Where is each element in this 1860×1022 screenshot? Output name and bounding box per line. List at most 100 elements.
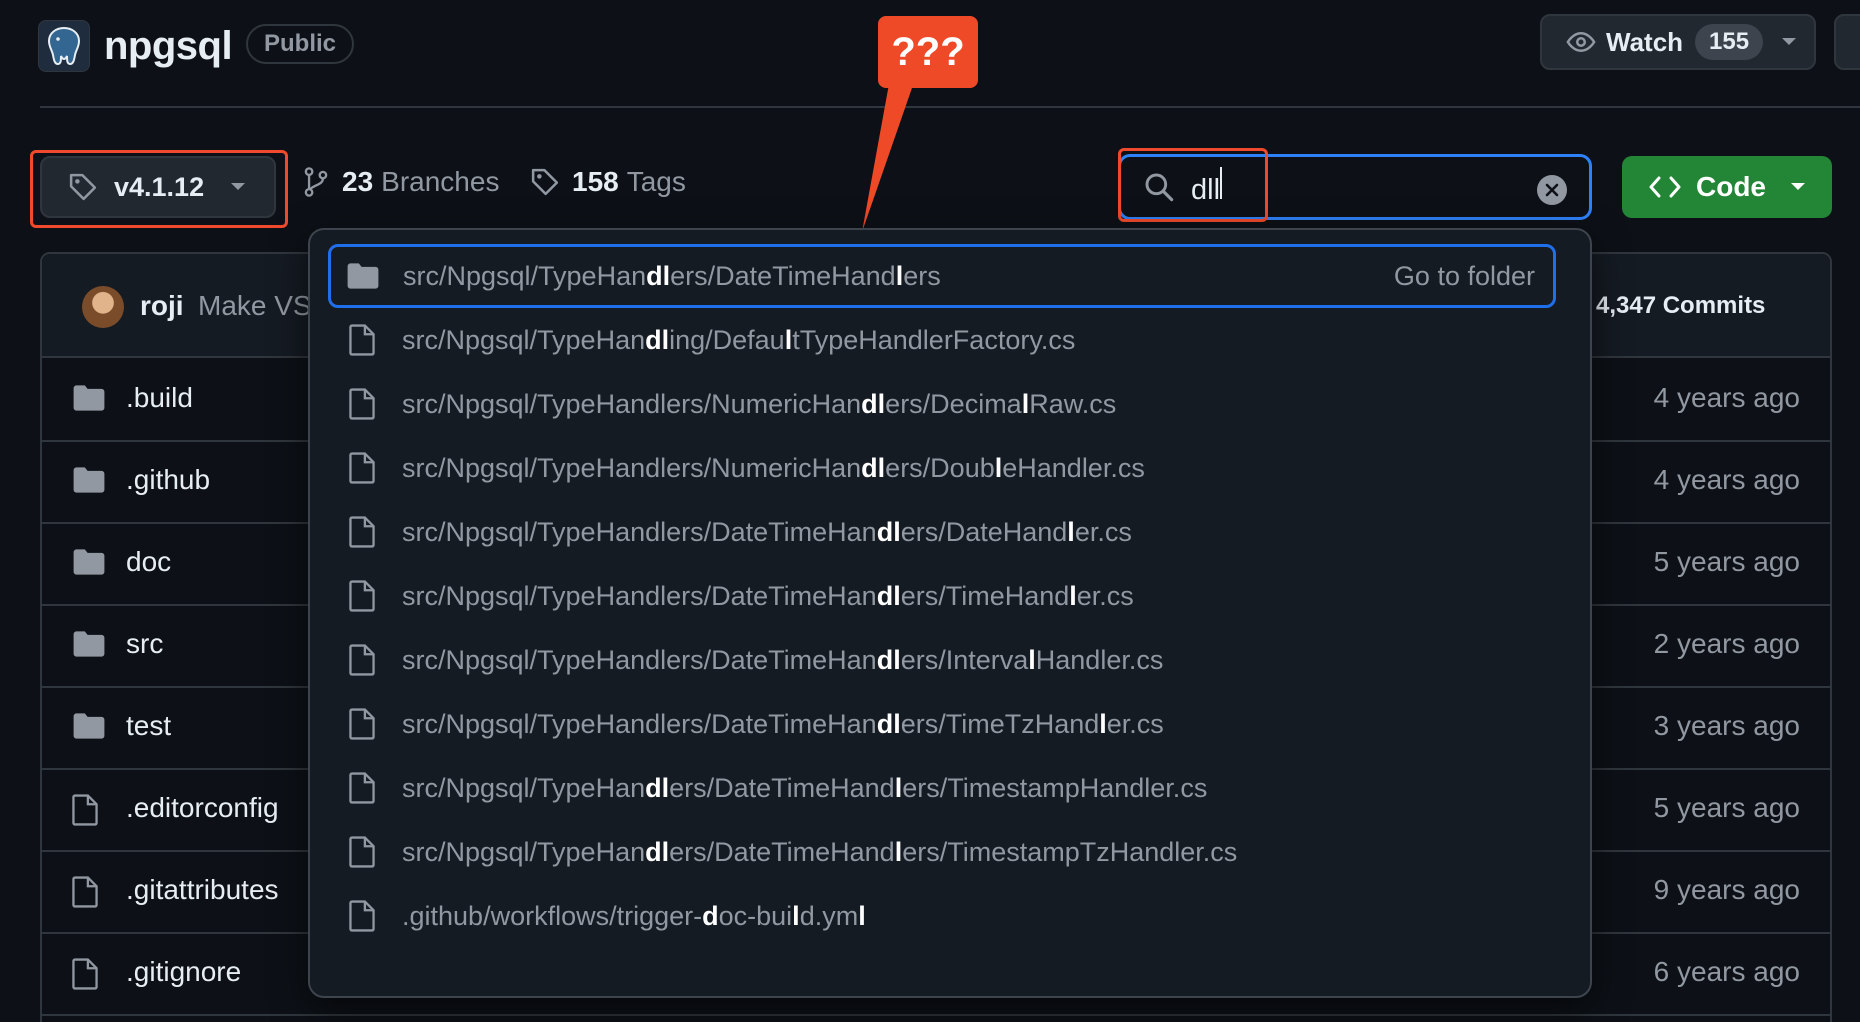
go-to-folder-hint: Go to folder <box>1393 261 1535 291</box>
file-icon <box>349 644 375 676</box>
visibility-badge: Public <box>246 24 355 64</box>
folder-icon <box>73 713 105 739</box>
file-icon <box>344 708 380 740</box>
search-result-path: src/Npgsql/TypeHandlers/DateTimeHandlers… <box>402 580 1134 611</box>
file-icon <box>349 452 375 484</box>
commit-author[interactable]: roji <box>140 290 184 322</box>
search-result-item[interactable]: src/Npgsql/TypeHandling/DefaultTypeHandl… <box>330 308 1556 372</box>
search-result-item[interactable]: src/Npgsql/TypeHandlers/NumericHandlers/… <box>330 372 1556 436</box>
file-name-link[interactable]: .gitignore <box>126 956 241 988</box>
repo-logo <box>38 20 90 72</box>
file-icon <box>344 388 380 420</box>
search-result-path: .github/workflows/trigger-doc-build.yml <box>402 900 866 931</box>
clear-search-button[interactable] <box>1537 175 1567 205</box>
file-icon <box>72 794 98 826</box>
file-icon <box>344 900 380 932</box>
tag-icon <box>531 168 559 196</box>
search-result-item[interactable]: src/Npgsql/TypeHandlers/DateTimeHandlers… <box>330 820 1556 884</box>
last-modified-time: 6 years ago <box>1653 956 1800 987</box>
search-result-path: src/Npgsql/TypeHandling/DefaultTypeHandl… <box>402 324 1076 355</box>
eye-icon <box>1566 31 1596 53</box>
search-result-item[interactable]: src/Npgsql/TypeHandlers/DateTimeHandlers… <box>330 628 1556 692</box>
search-result-path: src/Npgsql/TypeHandlers/DateTimeHandlers <box>403 260 941 291</box>
header-divider <box>40 106 1860 108</box>
annotation-box-tag <box>30 150 288 228</box>
repo-name[interactable]: npgsql <box>104 20 233 72</box>
file-icon <box>72 794 98 826</box>
git-branch-icon <box>304 167 328 197</box>
last-modified-time: 5 years ago <box>1653 792 1800 823</box>
folder-icon <box>73 385 105 411</box>
folder-icon <box>72 712 106 740</box>
search-result-path: src/Npgsql/TypeHandlers/DateTimeHandlers… <box>402 708 1164 739</box>
file-icon <box>349 772 375 804</box>
folder-icon <box>73 549 105 575</box>
file-icon <box>72 958 98 990</box>
file-icon <box>349 580 375 612</box>
search-result-path: src/Npgsql/TypeHandlers/DateTimeHandlers… <box>402 644 1164 675</box>
folder-icon <box>72 384 106 412</box>
code-button[interactable]: Code <box>1622 156 1832 218</box>
elephant-icon <box>47 26 81 66</box>
search-result-path: src/Npgsql/TypeHandlers/DateTimeHandlers… <box>402 836 1238 867</box>
watch-count: 155 <box>1695 24 1764 60</box>
branches-count: 23 <box>342 166 374 197</box>
folder-icon <box>73 467 105 493</box>
avatar[interactable] <box>82 286 124 328</box>
annotation-box-search <box>1118 148 1268 222</box>
file-icon <box>344 452 380 484</box>
search-result-item[interactable]: src/Npgsql/TypeHandlers/DateTimeHandlers… <box>330 564 1556 628</box>
search-result-path: src/Npgsql/TypeHandlers/DateTimeHandlers… <box>402 772 1208 803</box>
search-result-path: src/Npgsql/TypeHandlers/NumericHandlers/… <box>402 388 1117 419</box>
file-icon <box>349 900 375 932</box>
last-modified-time: 9 years ago <box>1653 874 1800 905</box>
file-name-link[interactable]: .github <box>126 464 210 496</box>
search-result-item[interactable]: .github/workflows/trigger-doc-build.yml <box>330 884 1556 948</box>
file-icon <box>344 516 380 548</box>
file-icon <box>349 708 375 740</box>
last-modified-time: 4 years ago <box>1653 382 1800 413</box>
file-name-link[interactable]: .editorconfig <box>126 792 279 824</box>
folder-icon <box>347 263 379 289</box>
file-name-link[interactable]: .gitattributes <box>126 874 279 906</box>
file-name-link[interactable]: src <box>126 628 163 660</box>
file-icon <box>344 324 380 356</box>
tags-link[interactable]: 158 Tags <box>530 166 686 198</box>
caret-down-icon <box>1791 183 1805 190</box>
last-modified-time: 2 years ago <box>1653 628 1800 659</box>
file-icon <box>344 772 380 804</box>
file-icon <box>344 580 380 612</box>
close-icon <box>1545 183 1559 197</box>
file-icon <box>349 516 375 548</box>
search-result-item[interactable]: src/Npgsql/TypeHandlers/DateTimeHandlers… <box>330 692 1556 756</box>
branches-label: Branches <box>381 166 500 197</box>
folder-icon <box>72 630 106 658</box>
folder-icon <box>345 262 381 290</box>
file-icon <box>344 644 380 676</box>
file-name-link[interactable]: .build <box>126 382 193 414</box>
file-icon <box>72 876 98 908</box>
last-modified-time: 4 years ago <box>1653 464 1800 495</box>
last-modified-time: 5 years ago <box>1653 546 1800 577</box>
search-result-item[interactable]: src/Npgsql/TypeHandlers/DateTimeHandlers… <box>330 500 1556 564</box>
file-icon <box>344 836 380 868</box>
search-result-item[interactable]: src/Npgsql/TypeHandlers/DateTimeHandlers… <box>328 244 1556 308</box>
star-button[interactable] <box>1834 14 1860 70</box>
watch-button[interactable]: Watch 155 <box>1540 14 1816 70</box>
tags-label: Tags <box>626 166 686 197</box>
search-result-item[interactable]: src/Npgsql/TypeHandlers/NumericHandlers/… <box>330 436 1556 500</box>
folder-icon <box>72 466 106 494</box>
commit-message[interactable]: Make VS <box>198 290 312 322</box>
file-icon <box>349 324 375 356</box>
watch-label: Watch <box>1606 26 1684 57</box>
commits-count[interactable]: 4,347 Commits <box>1596 292 1765 320</box>
search-result-path: src/Npgsql/TypeHandlers/NumericHandlers/… <box>402 452 1145 483</box>
file-icon <box>349 388 375 420</box>
last-modified-time: 3 years ago <box>1653 710 1800 741</box>
search-result-item[interactable]: src/Npgsql/TypeHandlers/DateTimeHandlers… <box>330 756 1556 820</box>
file-icon <box>72 958 98 990</box>
tags-count: 158 <box>572 166 619 197</box>
file-name-link[interactable]: test <box>126 710 171 742</box>
branches-link[interactable]: 23 Branches <box>302 166 499 198</box>
file-name-link[interactable]: doc <box>126 546 171 578</box>
